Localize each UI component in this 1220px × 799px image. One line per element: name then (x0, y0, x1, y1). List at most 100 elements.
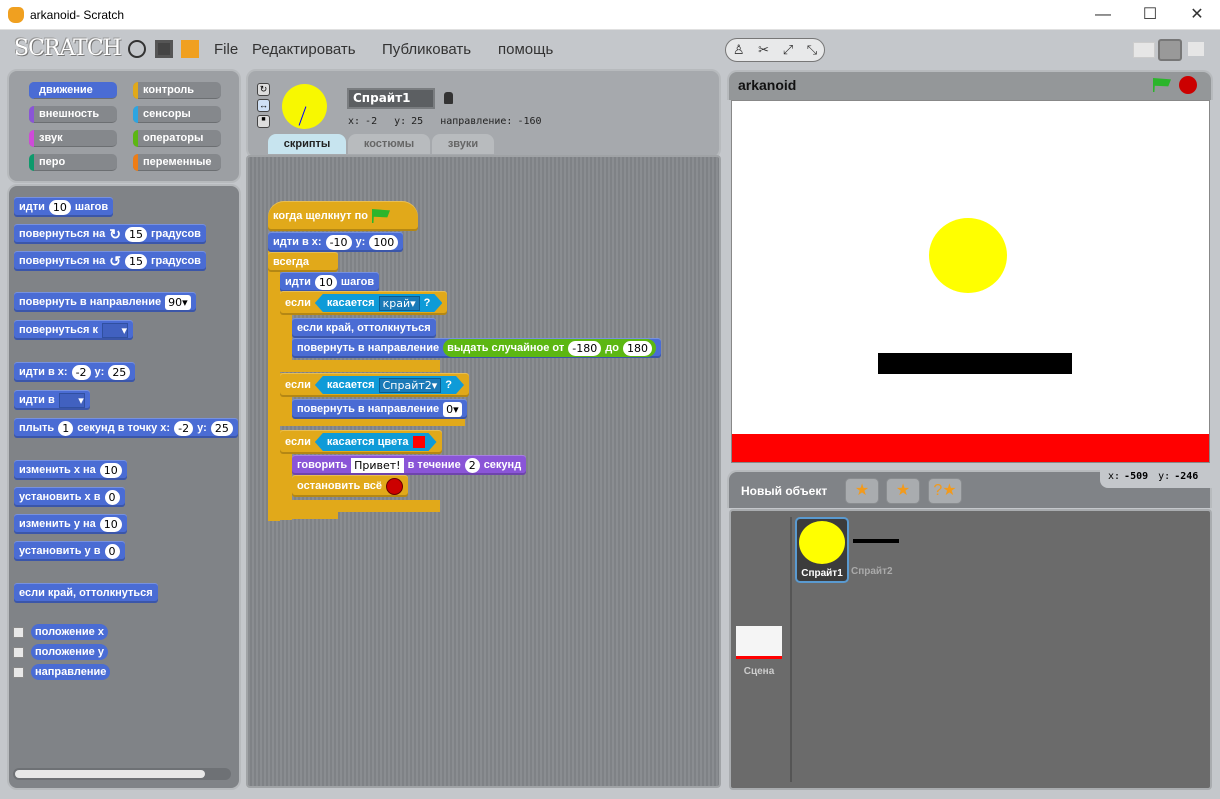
palette-block[interactable]: изменить x на 10 (14, 460, 127, 480)
share-icon[interactable] (181, 40, 199, 58)
category-контроль[interactable]: контроль (133, 82, 221, 99)
sprite-tile-sprite1[interactable]: Спрайт1 (795, 517, 849, 583)
number-input[interactable]: 10 (314, 274, 337, 290)
number-input[interactable]: -2 (71, 364, 91, 380)
boolean-reporter[interactable]: касается Спрайт2▾? (315, 376, 464, 394)
menu-share[interactable]: Публиковать (382, 41, 471, 58)
script-block[interactable]: если касается Спрайт2▾? (280, 373, 470, 397)
palette-block[interactable]: повернуться к ▾ (14, 320, 133, 340)
palette-block[interactable]: идти в x: -2 y: 25 (14, 362, 136, 382)
category-перо[interactable]: перо (29, 154, 117, 171)
script-block[interactable]: всегда (268, 252, 338, 272)
rotate-all-icon[interactable]: ↻ (257, 83, 270, 96)
number-input[interactable]: 100 (369, 234, 399, 250)
palette-block[interactable]: повернуться на ↺ 15 градусов (14, 251, 206, 271)
number-input[interactable]: 25 (108, 364, 131, 380)
number-input[interactable]: -2 (174, 420, 194, 436)
dropdown-input[interactable]: 90▾ (165, 294, 191, 310)
menu-help[interactable]: помощь (498, 41, 553, 58)
save-icon[interactable] (155, 40, 173, 58)
palette-block[interactable]: изменить y на 10 (14, 514, 127, 534)
scripts-area[interactable]: когда щелкнут по идти в x: -10 y: 100 всегда и… (246, 155, 721, 788)
text-input[interactable]: Привет! (351, 457, 404, 473)
palette-block[interactable]: если край, оттолкнуться (14, 583, 158, 603)
tab-sounds[interactable]: звуки (432, 134, 494, 154)
direction-indicator[interactable] (298, 106, 307, 126)
palette-scrollbar-thumb[interactable] (15, 770, 205, 778)
script-block[interactable]: когда щелкнут по (268, 201, 418, 231)
lock-icon[interactable] (444, 92, 453, 104)
stop-button[interactable] (1179, 76, 1197, 94)
dropdown-input[interactable]: 0▾ (443, 401, 462, 417)
category-внешность[interactable]: внешность (29, 106, 117, 123)
palette-block[interactable]: установить y в0 (14, 541, 125, 561)
reporter-checkbox[interactable] (13, 667, 24, 678)
paint-new-sprite-button[interactable]: ★ (845, 478, 879, 504)
sensing-dropdown[interactable]: край▾ (379, 296, 420, 311)
number-input[interactable]: 2 (464, 457, 480, 473)
sprite-name-field[interactable]: Спрайт1 (347, 88, 435, 109)
number-input[interactable]: 10 (99, 516, 122, 532)
script-block[interactable]: говорить Привет! в течение 2 секунд (292, 455, 527, 475)
operator-reporter[interactable]: выдать случайное от -180 до 180 (443, 339, 656, 357)
paddle-sprite[interactable] (878, 353, 1072, 374)
number-input[interactable]: 15 (124, 226, 147, 242)
number-input[interactable]: 25 (210, 420, 233, 436)
category-переменные[interactable]: переменные (133, 154, 221, 171)
script-block[interactable]: если касается край▾? (280, 291, 448, 315)
ball-sprite[interactable] (929, 218, 1007, 293)
stage-thumbnail[interactable] (736, 626, 782, 659)
script-block[interactable]: повернуть в направление 0▾ (292, 399, 467, 419)
script-block[interactable]: повернуть в направление выдать случайное … (292, 338, 661, 358)
choose-sprite-from-file-button[interactable]: ★ (886, 478, 920, 504)
palette-reporter[interactable]: положение y (31, 644, 108, 660)
category-движение[interactable]: движение (29, 82, 117, 99)
palette-reporter[interactable]: направление (31, 664, 111, 680)
category-сенсоры[interactable]: сенсоры (133, 106, 221, 123)
number-input[interactable]: 10 (99, 462, 122, 478)
palette-block[interactable]: идти 10 шагов (14, 197, 114, 217)
sprite2-thumbnail[interactable] (853, 539, 899, 543)
palette-block[interactable]: повернуть в направление 90▾ (14, 292, 196, 312)
tab-scripts[interactable]: скрипты (268, 134, 346, 154)
category-операторы[interactable]: операторы (133, 130, 221, 147)
stage[interactable] (731, 100, 1210, 463)
script-block[interactable]: идти 10 шагов (280, 272, 380, 292)
palette-block[interactable]: повернуться на ↻ 15 градусов (14, 224, 206, 244)
script-block[interactable]: идти в x: -10 y: 100 (268, 232, 404, 252)
reporter-checkbox[interactable] (13, 627, 24, 638)
reporter-checkbox[interactable] (13, 647, 24, 658)
number-input[interactable]: 0 (104, 543, 120, 559)
number-input[interactable]: 0 (104, 489, 120, 505)
sprite2-label[interactable]: Спрайт2 (851, 566, 893, 577)
minimize-button[interactable]: — (1080, 4, 1126, 26)
no-rotate-icon[interactable]: ■ (257, 115, 270, 128)
color-swatch[interactable] (413, 436, 425, 448)
boolean-reporter[interactable]: касается край▾? (315, 294, 443, 312)
number-input[interactable]: 180 (622, 340, 652, 356)
random-sprite-button[interactable]: ?★ (928, 478, 962, 504)
palette-block[interactable]: идти в ▾ (14, 390, 90, 410)
shrink-icon[interactable]: ⤡ (807, 42, 817, 58)
script-block[interactable]: если край, оттолкнуться (292, 318, 436, 338)
number-input[interactable]: 15 (124, 253, 147, 269)
script-block[interactable]: остановить всё (292, 475, 409, 497)
delete-scissors-icon[interactable]: ✂ (758, 42, 769, 58)
sensing-dropdown[interactable]: Спрайт2▾ (379, 378, 442, 393)
small-stage-icon[interactable] (1133, 42, 1155, 58)
normal-stage-icon[interactable] (1158, 39, 1182, 61)
number-input[interactable]: -180 (568, 340, 602, 356)
palette-block[interactable]: установить x в0 (14, 487, 125, 507)
duplicate-icon[interactable]: ♙ (733, 42, 745, 58)
script-block[interactable]: если касается цвета (280, 430, 442, 454)
green-flag-button[interactable] (1153, 78, 1171, 92)
palette-block[interactable]: плыть 1 секунд в точку x: -2 y: 25 (14, 418, 238, 438)
tab-costumes[interactable]: костюмы (348, 134, 430, 154)
menu-file[interactable]: File (214, 41, 238, 58)
maximize-button[interactable]: ☐ (1127, 4, 1173, 26)
grow-icon[interactable]: ⤢ (783, 42, 793, 58)
target-dropdown[interactable]: ▾ (101, 322, 128, 338)
palette-reporter[interactable]: положение x (31, 624, 108, 640)
close-button[interactable]: ✕ (1174, 4, 1220, 26)
number-input[interactable]: 1 (58, 420, 74, 436)
